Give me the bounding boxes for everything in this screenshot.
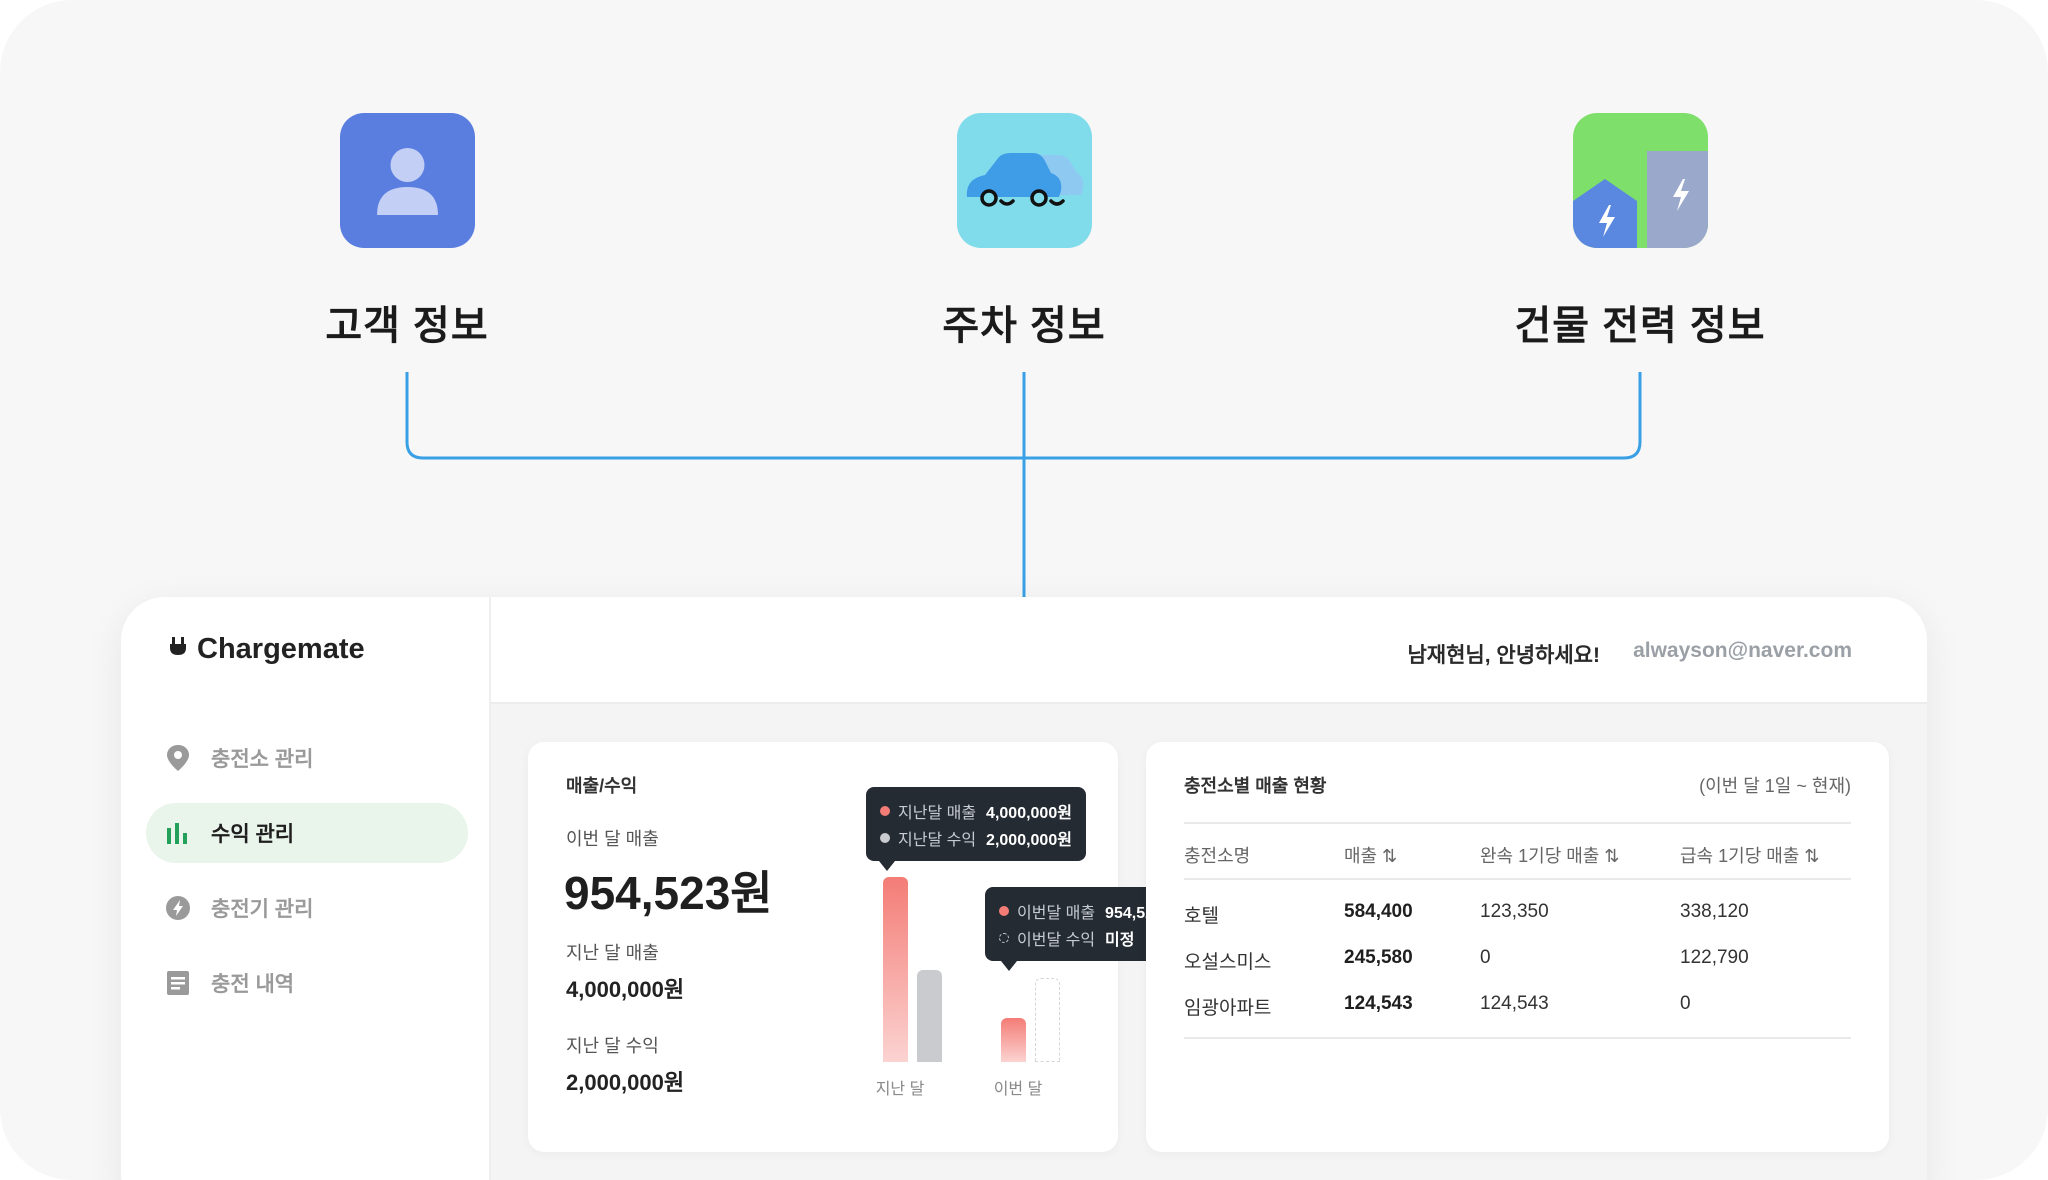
card-title: 매출/수익 [566, 776, 638, 796]
bar-chart-icon [163, 818, 193, 848]
x-tick-label: 지난 달 [875, 1081, 925, 1098]
source-building-power-info: 건물 전력 정보 [1340, 113, 1940, 351]
sidebar-item-charger-management[interactable]: 충전기 관리 [146, 878, 468, 938]
bar-sales-0[interactable] [883, 877, 908, 1062]
last-month-sales-label: 지난 달 매출 [566, 943, 659, 963]
column-header-station-name: 충전소명 [1184, 846, 1251, 866]
station-sales-card: 충전소별 매출 현황 (이번 달 1일 ~ 현재) 충전소명 매출 ⇅ 완속 1… [1146, 742, 1889, 1152]
location-pin-icon [163, 743, 193, 773]
tooltip-key: 지난달 매출 [898, 804, 977, 822]
source-label: 주차 정보 [942, 304, 1106, 348]
station-name: 호텔 [1184, 906, 1219, 927]
user-greeting: 남재현님, 안녕하세요! [1407, 644, 1600, 667]
sidebar-item-station-management[interactable]: 충전소 관리 [146, 728, 468, 788]
station-fast-sales: 0 [1680, 993, 1691, 1014]
station-sales: 245,580 [1344, 947, 1413, 968]
column-header-fast-sales[interactable]: 급속 1기당 매출 ⇅ [1680, 842, 1819, 868]
tooltip-value: 2,000,000원 [986, 831, 1072, 849]
station-sales: 124,543 [1344, 993, 1413, 1014]
sidebar-item-label: 수익 관리 [211, 823, 295, 846]
station-name: 임광아파트 [1184, 998, 1272, 1019]
tooltip-arrow [879, 861, 895, 871]
tooltip-value: 4,000,000원 [986, 804, 1072, 822]
last-month-profit-label: 지난 달 수익 [566, 1036, 659, 1056]
plug-icon [167, 634, 189, 665]
sales-dot-icon [999, 905, 1009, 916]
table-body: 호텔 584,400 123,350 338,120 오설스미스 245,580… [1184, 880, 1851, 1039]
brand-name: Chargemate [197, 633, 365, 665]
column-header-slow-sales[interactable]: 완속 1기당 매출 ⇅ [1480, 842, 1619, 868]
car-icon [956, 113, 1092, 248]
table-row[interactable]: 호텔 584,400 123,350 338,120 [1184, 889, 1851, 935]
document-icon [163, 968, 193, 998]
station-fast-sales: 122,790 [1680, 947, 1749, 968]
station-slow-sales: 0 [1480, 947, 1491, 968]
card-title: 충전소별 매출 현황 [1184, 776, 1327, 796]
tooltip-last-month: 지난달 매출 4,000,000원 지난달 수익 2,000,000원 [866, 787, 1086, 871]
bar-profit-0[interactable] [917, 969, 942, 1062]
sidebar: Chargemate 충전소 관리 수익 관리 충전기 관리 충전 내역 [121, 597, 491, 1180]
illustration-canvas: 고객 정보 주차 정보 건물 전력 정보 Chargemate 충전소 관리 수… [0, 0, 2048, 1180]
sidebar-item-label: 충전 내역 [211, 973, 295, 996]
station-fast-sales: 338,120 [1680, 901, 1749, 922]
user-email[interactable]: alwayson@naver.com [1633, 639, 1852, 663]
top-bar: 남재현님, 안녕하세요! alwayson@naver.com [491, 597, 1927, 704]
this-month-sales-label: 이번 달 매출 [566, 829, 659, 849]
tooltip-key: 이번달 매출 [1017, 904, 1096, 922]
building-power-icon [1572, 113, 1708, 248]
source-label: 건물 전력 정보 [1514, 304, 1766, 348]
tooltip-key: 지난달 수익 [898, 831, 977, 849]
station-name: 오설스미스 [1184, 952, 1272, 973]
column-header-sales[interactable]: 매출 ⇅ [1344, 842, 1397, 868]
x-tick-label: 이번 달 [993, 1081, 1043, 1098]
station-sales: 584,400 [1344, 901, 1413, 922]
tooltip-value: 미정 [1105, 931, 1135, 949]
revenue-card: 매출/수익 이번 달 매출 954,523원 지난 달 매출 4,000,000… [528, 742, 1192, 1152]
tooltip-key: 이번달 수익 [1017, 931, 1096, 949]
main-content: 남재현님, 안녕하세요! alwayson@naver.com 매출/수익 이번… [491, 597, 1927, 1180]
station-slow-sales: 124,543 [1480, 993, 1549, 1014]
last-month-profit-value: 2,000,000원 [566, 1070, 685, 1095]
sidebar-item-label: 충전소 관리 [211, 748, 314, 771]
sidebar-item-revenue-management[interactable]: 수익 관리 [146, 803, 468, 863]
profit-dot-icon [999, 932, 1009, 943]
person-icon [339, 113, 475, 248]
profit-dot-icon [880, 832, 890, 843]
source-parking-info: 주차 정보 [724, 113, 1324, 351]
period-label: (이번 달 1일 ~ 현재) [1699, 776, 1851, 796]
tooltip-arrow [1001, 961, 1017, 971]
source-customer-info: 고객 정보 [107, 113, 707, 351]
sidebar-item-label: 충전기 관리 [211, 898, 314, 921]
last-month-sales-value: 4,000,000원 [566, 977, 685, 1002]
sidebar-item-charging-history[interactable]: 충전 내역 [146, 953, 468, 1013]
this-month-sales-value: 954,523원 [564, 867, 773, 919]
bar-profit-1[interactable] [1035, 978, 1060, 1062]
brand-logo[interactable]: Chargemate [167, 633, 365, 666]
station-slow-sales: 123,350 [1480, 901, 1549, 922]
station-sales-table: 충전소명 매출 ⇅ 완속 1기당 매출 ⇅ 급속 1기당 매출 ⇅ 호텔 584… [1184, 822, 1851, 1039]
table-row[interactable]: 오설스미스 245,580 0 122,790 [1184, 935, 1851, 981]
bar-sales-1[interactable] [1001, 1017, 1026, 1062]
sales-dot-icon [880, 805, 890, 816]
table-header: 충전소명 매출 ⇅ 완속 1기당 매출 ⇅ 급속 1기당 매출 ⇅ [1184, 822, 1851, 880]
chargemate-app-window: Chargemate 충전소 관리 수익 관리 충전기 관리 충전 내역 남재현… [121, 597, 1927, 1180]
source-label: 고객 정보 [325, 304, 489, 348]
table-row[interactable]: 임광아파트 124,543 124,543 0 [1184, 981, 1851, 1027]
lightning-icon [163, 893, 193, 923]
